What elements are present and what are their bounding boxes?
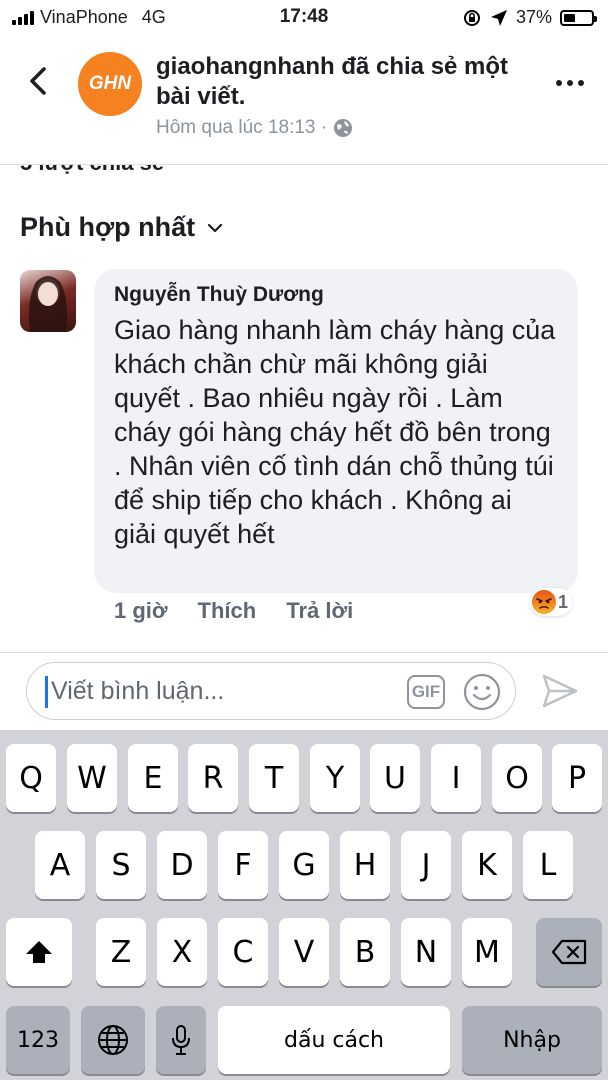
key-g[interactable]: G xyxy=(279,831,329,899)
commenter-avatar[interactable] xyxy=(20,270,76,332)
globe-icon xyxy=(334,119,353,137)
angry-reaction-icon xyxy=(532,590,556,614)
back-arrow-icon[interactable] xyxy=(26,66,50,96)
post-header: GHN giaohangnhanh đã chia sẻ một bài viế… xyxy=(0,36,608,165)
key-i[interactable]: I xyxy=(431,744,481,812)
globe-key[interactable] xyxy=(81,1006,145,1074)
key-h[interactable]: H xyxy=(340,831,390,899)
key-z[interactable]: Z xyxy=(96,918,146,986)
comment-actions: 1 giờ Thích Trả lời xyxy=(114,598,353,624)
location-icon xyxy=(490,9,507,26)
return-key[interactable]: Nhập xyxy=(462,1006,602,1074)
key-p[interactable]: P xyxy=(552,744,602,812)
status-right: 37% xyxy=(462,7,597,28)
comment-input[interactable]: Viết bình luận... GIF xyxy=(26,662,516,720)
comment-time: 1 giờ xyxy=(114,598,168,623)
key-l[interactable]: L xyxy=(523,831,573,899)
battery-icon xyxy=(560,9,597,26)
comment-author[interactable]: Nguyễn Thuỳ Dương xyxy=(114,283,558,307)
key-t[interactable]: T xyxy=(249,744,299,812)
key-b[interactable]: B xyxy=(340,918,390,986)
reaction-count: 1 xyxy=(558,591,569,612)
post-timestamp: Hôm qua lúc 18:13 · xyxy=(156,117,328,138)
key-f[interactable]: F xyxy=(218,831,268,899)
key-q[interactable]: Q xyxy=(6,744,56,812)
emoji-icon[interactable] xyxy=(463,673,501,711)
page-avatar[interactable]: GHN xyxy=(78,52,142,116)
reaction-summary[interactable]: 1 xyxy=(530,588,573,616)
comment-text: Giao hàng nhanh làm cháy hàng của khách … xyxy=(114,315,556,549)
shift-key[interactable] xyxy=(6,918,72,986)
globe-keyboard-icon xyxy=(98,1025,128,1055)
like-button[interactable]: Thích xyxy=(198,598,257,624)
gif-button[interactable]: GIF xyxy=(407,675,445,709)
key-m[interactable]: M xyxy=(462,918,512,986)
space-key[interactable]: dấu cách xyxy=(218,1006,450,1074)
comment-bubble[interactable]: Nguyễn Thuỳ Dương Giao hàng nhanh làm ch… xyxy=(94,269,578,593)
post-header-title[interactable]: giaohangnhanh đã chia sẻ một bài viết. xyxy=(156,52,516,112)
numbers-key[interactable]: 123 xyxy=(6,1006,70,1074)
status-bar: VinaPhone 4G 17:48 37% xyxy=(0,0,608,36)
key-y[interactable]: Y xyxy=(310,744,360,812)
backspace-key[interactable] xyxy=(536,918,602,986)
more-options-icon[interactable] xyxy=(556,80,584,86)
comment-composer: Viết bình luận... GIF xyxy=(0,652,608,731)
key-j[interactable]: J xyxy=(401,831,451,899)
battery-percent: 37% xyxy=(515,7,552,27)
chevron-down-icon xyxy=(208,223,223,232)
comment-input-placeholder: Viết bình luận... xyxy=(51,677,225,705)
microphone-icon xyxy=(172,1025,190,1055)
dictation-key[interactable] xyxy=(156,1006,206,1074)
rotation-lock-icon xyxy=(463,9,480,26)
gif-label: GIF xyxy=(411,682,441,701)
key-u[interactable]: U xyxy=(370,744,420,812)
text-caret xyxy=(45,676,48,708)
key-a[interactable]: A xyxy=(35,831,85,899)
key-e[interactable]: E xyxy=(128,744,178,812)
key-k[interactable]: K xyxy=(462,831,512,899)
key-x[interactable]: X xyxy=(157,918,207,986)
key-r[interactable]: R xyxy=(188,744,238,812)
key-o[interactable]: O xyxy=(492,744,542,812)
key-d[interactable]: D xyxy=(157,831,207,899)
page-avatar-text: GHN xyxy=(88,73,132,94)
post-timestamp-row: Hôm qua lúc 18:13 · xyxy=(156,117,353,139)
key-c[interactable]: C xyxy=(218,918,268,986)
comment-sort-dropdown[interactable]: Phù hợp nhất xyxy=(20,212,223,243)
shift-arrow-icon xyxy=(26,941,52,963)
key-w[interactable]: W xyxy=(67,744,117,812)
key-n[interactable]: N xyxy=(401,918,451,986)
backspace-icon xyxy=(551,939,587,965)
on-screen-keyboard: Q W E R T Y U I O P A S D F G H J K L Z … xyxy=(0,730,608,1080)
sort-label: Phù hợp nhất xyxy=(20,212,196,242)
reply-button[interactable]: Trả lời xyxy=(286,598,353,624)
key-s[interactable]: S xyxy=(96,831,146,899)
key-v[interactable]: V xyxy=(279,918,329,986)
send-icon[interactable] xyxy=(540,671,580,711)
